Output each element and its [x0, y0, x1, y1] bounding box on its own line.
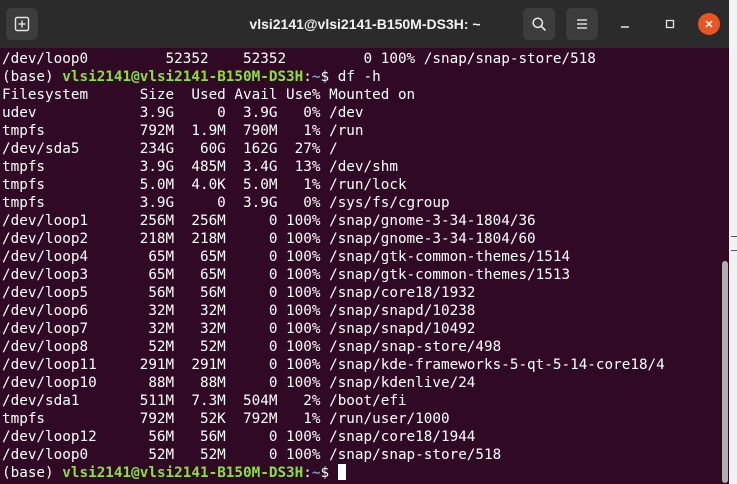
- table-row: /dev/loop10 88M 88M 0 100% /snap/kdenliv…: [2, 375, 476, 391]
- table-row: /dev/loop1 256M 256M 0 100% /snap/gnome-…: [2, 213, 536, 229]
- maximize-icon: [665, 19, 675, 29]
- close-icon: [705, 20, 713, 28]
- table-row: /dev/loop11 291M 291M 0 100% /snap/kde-f…: [2, 357, 665, 373]
- table-row: /dev/loop5 56M 56M 0 100% /snap/core18/1…: [2, 285, 476, 301]
- table-row: /dev/loop12 56M 56M 0 100% /snap/core18/…: [2, 429, 476, 445]
- scrollbar-thumb[interactable]: [722, 261, 728, 483]
- prompt-user-host: vlsi2141@vlsi2141-B150M-DS3H: [62, 69, 304, 85]
- table-row: tmpfs 5.0M 4.0K 5.0M 1% /run/lock: [2, 177, 407, 193]
- terminal-output[interactable]: /dev/loop0 52352 52352 0 100% /snap/snap…: [0, 49, 729, 484]
- hamburger-menu-icon: [577, 19, 587, 29]
- conda-env: (base): [2, 69, 63, 85]
- prompt-path: ~: [311, 465, 321, 481]
- new-tab-icon: [14, 16, 30, 32]
- table-row: /dev/loop4 65M 65M 0 100% /snap/gtk-comm…: [2, 249, 571, 265]
- prompt-user-host: vlsi2141@vlsi2141-B150M-DS3H: [62, 465, 304, 481]
- command-prompt: (base) vlsi2141@vlsi2141-B150M-DS3H:~$ d…: [2, 68, 381, 86]
- table-row: /dev/sda1 511M 7.3M 504M 2% /boot/efi: [2, 393, 407, 409]
- command-prompt: (base) vlsi2141@vlsi2141-B150M-DS3H:~$: [2, 464, 346, 482]
- table-row: /dev/sda5 234G 60G 162G 27% /: [2, 141, 338, 157]
- prompt-path: ~: [311, 69, 321, 85]
- new-tab-button[interactable]: [6, 8, 38, 40]
- maximize-button[interactable]: [659, 13, 681, 35]
- table-row: /dev/loop2 218M 218M 0 100% /snap/gnome-…: [2, 231, 536, 247]
- background-window-edge: [729, 0, 737, 484]
- terminal-window: vlsi2141@vlsi2141-B150M-DS3H: ~ /dev/loo…: [0, 0, 729, 484]
- table-row: /dev/loop6 32M 32M 0 100% /snap/snapd/10…: [2, 303, 476, 319]
- window-title: vlsi2141@vlsi2141-B150M-DS3H: ~: [249, 16, 481, 32]
- background-window-mark: [731, 236, 737, 237]
- table-row: /dev/loop0 52M 52M 0 100% /snap/snap-sto…: [2, 447, 502, 463]
- table-row: /dev/loop8 52M 52M 0 100% /snap/snap-sto…: [2, 339, 502, 355]
- table-row: /dev/loop3 65M 65M 0 100% /snap/gtk-comm…: [2, 267, 571, 283]
- prompt-separator: :: [303, 69, 312, 85]
- table-row: /dev/loop7 32M 32M 0 100% /snap/snapd/10…: [2, 321, 476, 337]
- output-line: /dev/loop0 52352 52352 0 100% /snap/snap…: [2, 51, 596, 67]
- title-bar: vlsi2141@vlsi2141-B150M-DS3H: ~: [0, 0, 729, 48]
- prompt-symbol: $: [320, 465, 338, 481]
- minimize-icon: [621, 26, 629, 28]
- conda-env: (base): [2, 465, 63, 481]
- table-row: udev 3.9G 0 3.9G 0% /dev: [2, 105, 364, 121]
- minimize-button[interactable]: [614, 13, 636, 35]
- table-row: tmpfs 792M 52K 792M 1% /run/user/1000: [2, 411, 450, 427]
- close-button[interactable]: [698, 13, 720, 35]
- prompt-symbol: $: [320, 69, 338, 85]
- table-row: tmpfs 3.9G 485M 3.4G 13% /dev/shm: [2, 159, 398, 175]
- table-row: tmpfs 3.9G 0 3.9G 0% /sys/fs/cgroup: [2, 195, 450, 211]
- search-icon: [532, 17, 546, 31]
- command-text: df -h: [337, 69, 381, 85]
- search-button[interactable]: [523, 8, 555, 40]
- background-window-mark: [731, 250, 737, 251]
- menu-button[interactable]: [566, 8, 598, 40]
- text-cursor: [337, 464, 346, 480]
- table-row: tmpfs 792M 1.9M 790M 1% /run: [2, 123, 364, 139]
- table-header: Filesystem Size Used Avail Use% Mounted …: [2, 87, 416, 103]
- prompt-separator: :: [303, 465, 312, 481]
